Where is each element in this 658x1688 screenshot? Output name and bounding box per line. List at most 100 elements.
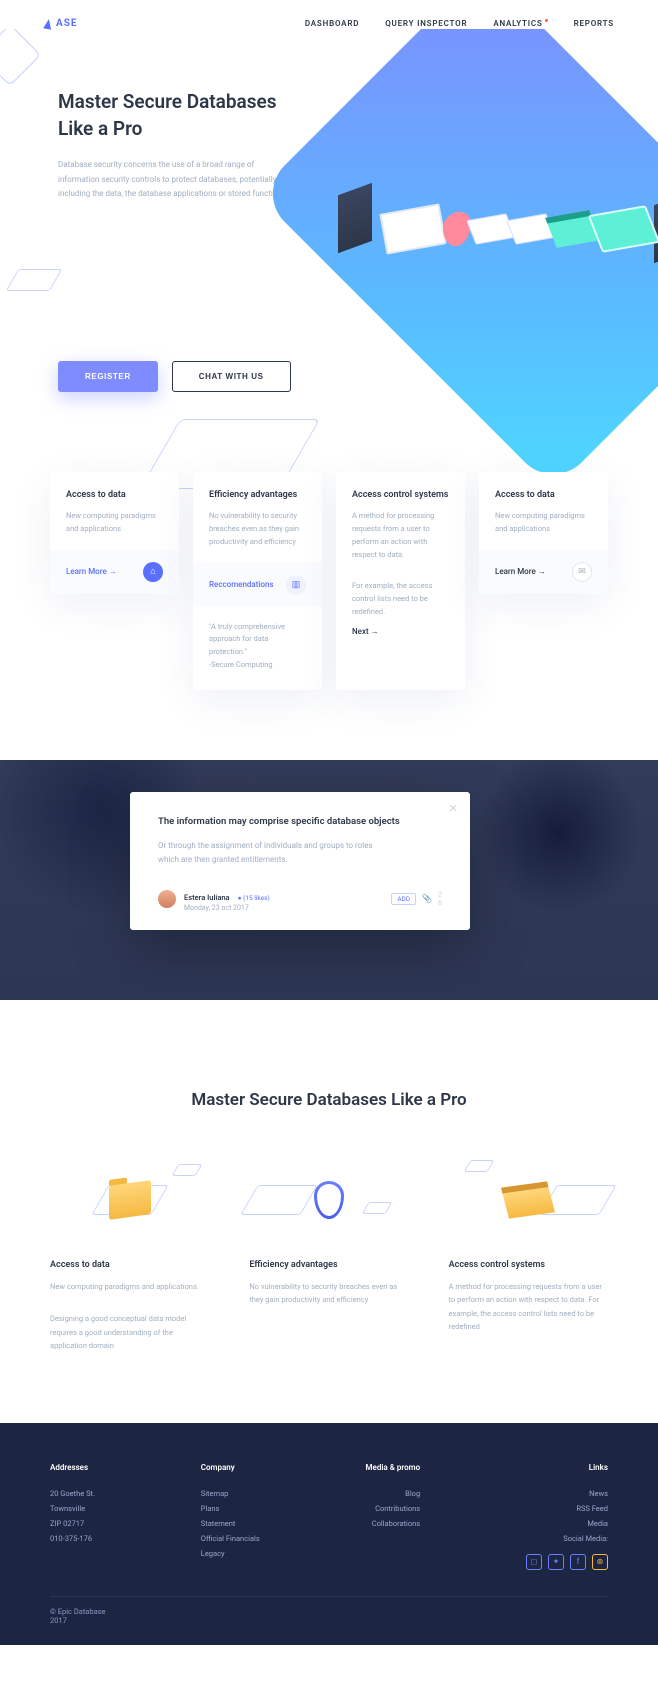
social-icons: ◻ ✦ f ⊛: [526, 1554, 608, 1570]
notebook-icon: [501, 1181, 555, 1218]
register-button[interactable]: REGISTER: [58, 361, 158, 392]
feature-illustration: [50, 1160, 209, 1240]
footer-columns: Addresses 20 Goethe St. Townsville ZIP 0…: [50, 1463, 608, 1570]
learn-more-link[interactable]: Learn More →: [66, 567, 117, 576]
card-efficiency: Efficiency advantages No vulnerability t…: [193, 472, 322, 689]
footer-link-collaborations[interactable]: Collaborations: [372, 1519, 420, 1528]
monitor-icon: ⌂: [143, 562, 163, 582]
copyright: © Epic Database 2017: [50, 1596, 608, 1625]
logo[interactable]: ASE: [44, 18, 78, 29]
footer-link-statement[interactable]: Statement: [201, 1519, 236, 1528]
copyright-text: © Epic Database: [50, 1607, 608, 1616]
footer: Addresses 20 Goethe St. Townsville ZIP 0…: [0, 1423, 658, 1645]
nav-query-inspector[interactable]: QUERY INSPECTOR: [385, 19, 467, 28]
card-footer: Learn More → ✉: [479, 550, 608, 594]
features-title: Master Secure Databases Like a Pro: [50, 1090, 608, 1110]
footer-link-rss[interactable]: RSS Feed: [576, 1504, 608, 1513]
likes-badge: ● (15 likes): [238, 894, 270, 902]
footer-heading: Media & promo: [366, 1463, 421, 1472]
footer-link-plans[interactable]: Plans: [201, 1504, 220, 1513]
footer-heading: Company: [201, 1463, 260, 1472]
testimonial-actions: ADD 📎 2 6: [391, 891, 442, 907]
testimonial-title: The information may comprise specific da…: [158, 816, 442, 827]
footer-col-links: Links News RSS Feed Media Social Media: …: [526, 1463, 608, 1570]
avatar: [158, 890, 176, 908]
feature-access-data: Access to data New computing paradigms a…: [50, 1160, 209, 1353]
footer-link-contributions[interactable]: Contributions: [375, 1504, 420, 1513]
twitter-icon[interactable]: ✦: [548, 1554, 564, 1570]
quote-source: -Secure Computing: [209, 660, 273, 669]
card-body: New computing paradigms and applications: [495, 510, 592, 536]
feature-illustration: [449, 1160, 608, 1240]
learn-more-link[interactable]: Learn More →: [495, 567, 546, 576]
feature-p1: No vulnerability to security breaches ev…: [249, 1280, 408, 1307]
server-icon: [338, 183, 372, 253]
tile-sm-icon: [361, 1202, 392, 1214]
shield-icon: [314, 1181, 344, 1219]
address-line: ZIP 02717: [50, 1516, 95, 1531]
card-title: Access to data: [495, 490, 592, 500]
meta-text: Estera Iuliana ● (15 likes) Monday, 23 o…: [184, 885, 270, 912]
card-body: New computing paradigms and applications: [66, 510, 163, 536]
card-quote: "A truly comprehensive approach for data…: [209, 607, 306, 690]
author-date: Monday, 23 oct 2017: [184, 904, 270, 912]
footer-col-media: Media & promo Blog Contributions Collabo…: [366, 1463, 421, 1570]
shield-icon: [443, 210, 471, 249]
folder-icon: [109, 1180, 151, 1220]
attachment-count: 2 6: [438, 891, 442, 907]
card-body-2: For example, the access control lists ne…: [352, 580, 449, 618]
next-link[interactable]: Next →: [352, 619, 449, 654]
chart-icon: ▥: [286, 575, 306, 595]
deco-diamond-icon: [0, 29, 41, 86]
feature-p2: Designing a good conceptual data model r…: [50, 1312, 209, 1353]
attachment-icon[interactable]: 📎: [422, 894, 432, 903]
features-row: Access to data New computing paradigms a…: [50, 1160, 608, 1353]
testimonial-card: ✕ The information may comprise specific …: [130, 792, 470, 931]
card-access-data: Access to data New computing paradigms a…: [50, 472, 179, 594]
close-icon[interactable]: ✕: [449, 802, 458, 815]
footer-link-media[interactable]: Media: [587, 1519, 608, 1528]
copyright-year: 2017: [50, 1616, 608, 1625]
footer-link-financials[interactable]: Official Financials: [201, 1534, 260, 1543]
feature-p1: A method for processing requests from a …: [449, 1280, 608, 1334]
testimonial-body: Or through the assignment of individuals…: [158, 839, 378, 868]
nav-reports[interactable]: REPORTS: [574, 19, 614, 28]
instagram-icon[interactable]: ◻: [526, 1554, 542, 1570]
nav-analytics[interactable]: ANALYTICS: [493, 19, 547, 28]
feature-illustration: [249, 1160, 408, 1240]
nav-dashboard[interactable]: DASHBOARD: [305, 19, 359, 28]
facebook-icon[interactable]: f: [570, 1554, 586, 1570]
chat-icon: ✉: [572, 562, 592, 582]
footer-link-sitemap[interactable]: Sitemap: [201, 1489, 229, 1498]
card-access-control: Access control systems A method for proc…: [336, 472, 465, 689]
quote-text: "A truly comprehensive approach for data…: [209, 622, 285, 657]
address-line: Townsville: [50, 1501, 95, 1516]
feature-efficiency: Efficiency advantages No vulnerability t…: [249, 1160, 408, 1353]
monitor-icon: [379, 203, 446, 254]
card-title: Access control systems: [352, 490, 449, 500]
chat-button[interactable]: CHAT WITH US: [172, 361, 291, 392]
footer-link-blog[interactable]: Blog: [405, 1489, 420, 1498]
recommendations-link[interactable]: Reccomendations: [209, 580, 274, 589]
hero: Master Secure Databases Like a Pro Datab…: [0, 29, 658, 512]
footer-heading: Addresses: [50, 1463, 95, 1472]
tile-icon: [241, 1185, 318, 1215]
brand-text: ASE: [56, 18, 78, 29]
footer-social-label: Social Media:: [526, 1531, 608, 1546]
footer-link-legacy[interactable]: Legacy: [201, 1549, 225, 1558]
author-name: Estera Iuliana: [184, 893, 230, 902]
add-tag-button[interactable]: ADD: [391, 893, 416, 905]
card-icon: [466, 213, 515, 244]
dribbble-icon[interactable]: ⊛: [592, 1554, 608, 1570]
tablet-icon: [588, 205, 658, 253]
footer-col-addresses: Addresses 20 Goethe St. Townsville ZIP 0…: [50, 1463, 95, 1570]
logo-mark-icon: [43, 18, 53, 29]
hero-title-line2: Like a Pro: [58, 117, 142, 140]
footer-link-news[interactable]: News: [589, 1489, 608, 1498]
testimonial-band: ✕ The information may comprise specific …: [0, 760, 658, 1000]
count-1: 2: [438, 891, 442, 899]
card-footer: Learn More → ⌂: [50, 550, 179, 594]
tile-sm-icon: [463, 1160, 494, 1172]
header: ASE DASHBOARD QUERY INSPECTOR ANALYTICS …: [0, 0, 658, 29]
card-footer: Reccomendations ▥: [193, 563, 322, 607]
